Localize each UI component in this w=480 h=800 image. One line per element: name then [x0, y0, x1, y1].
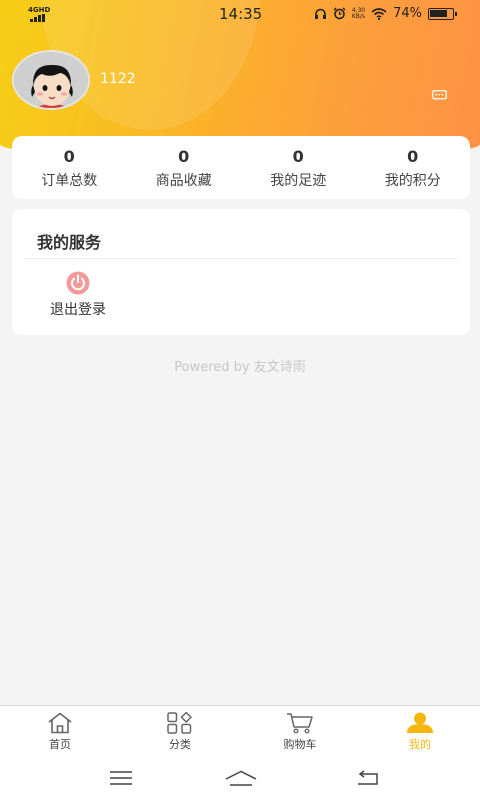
- user-icon: [407, 712, 433, 733]
- stat-label: 商品收藏: [155, 173, 212, 189]
- stat-footprints[interactable]: 0 我的足迹: [241, 136, 356, 199]
- speed-unit: KB/s: [351, 12, 366, 20]
- home-nav-icon[interactable]: [224, 770, 258, 786]
- power-icon: [66, 271, 90, 295]
- tab-mine[interactable]: 我的: [360, 706, 480, 758]
- stat-label: 订单总数: [41, 173, 98, 189]
- back-icon[interactable]: [355, 770, 379, 786]
- powered-by: Powered by 友文诗雨: [174, 360, 306, 375]
- alarm-icon: [333, 7, 346, 20]
- stat-value: 0: [178, 147, 190, 166]
- stat-points[interactable]: 0 我的积分: [356, 136, 471, 199]
- avatar[interactable]: [12, 50, 90, 110]
- tab-cart[interactable]: 购物车: [240, 706, 360, 758]
- stat-value: 0: [407, 147, 419, 166]
- cart-icon: [287, 713, 313, 734]
- system-nav-bar: [0, 758, 480, 800]
- stat-orders[interactable]: 0 订单总数: [12, 136, 127, 199]
- wifi-icon: [371, 7, 387, 20]
- tab-label: 首页: [49, 738, 71, 751]
- menu-icon[interactable]: [109, 770, 133, 786]
- battery-percent: 74%: [393, 6, 422, 21]
- tab-home[interactable]: 首页: [0, 706, 120, 758]
- divider: [24, 258, 458, 259]
- stats-card: 0 订单总数 0 商品收藏 0 我的足迹 0 我的积分: [12, 136, 470, 199]
- tab-bar: 首页 分类 购物车 我的: [0, 705, 480, 758]
- tab-category[interactable]: 分类: [120, 706, 240, 758]
- logout-label: 退出登录: [50, 302, 106, 318]
- category-icon: [167, 712, 192, 734]
- status-icons: 4.30 KB/s 74%: [314, 6, 457, 21]
- tab-label: 我的: [409, 738, 431, 751]
- stat-value: 0: [63, 147, 75, 166]
- headphones-icon: [314, 8, 326, 19]
- services-title: 我的服务: [37, 233, 102, 252]
- network-speed: 4.30 KB/s: [351, 7, 366, 20]
- message-icon[interactable]: [432, 90, 447, 101]
- battery-icon: [428, 7, 457, 20]
- stat-label: 我的积分: [384, 173, 441, 189]
- stat-favorites[interactable]: 0 商品收藏: [127, 136, 242, 199]
- logout-button[interactable]: 退出登录: [38, 271, 118, 323]
- avatar-illustration: [14, 52, 88, 108]
- tab-label: 分类: [169, 738, 191, 751]
- username[interactable]: 1122: [100, 71, 136, 87]
- stat-value: 0: [292, 147, 304, 166]
- stat-label: 我的足迹: [270, 173, 327, 189]
- status-bar: 4GHD 14:35 4.30 KB/s 74%: [0, 0, 480, 30]
- clock: 14:35: [219, 5, 263, 23]
- services-card: 我的服务 退出登录: [12, 209, 470, 335]
- signal-icon: [30, 14, 50, 22]
- network-indicator: 4GHD: [28, 6, 51, 14]
- home-icon: [48, 712, 72, 734]
- tab-label: 购物车: [283, 738, 317, 751]
